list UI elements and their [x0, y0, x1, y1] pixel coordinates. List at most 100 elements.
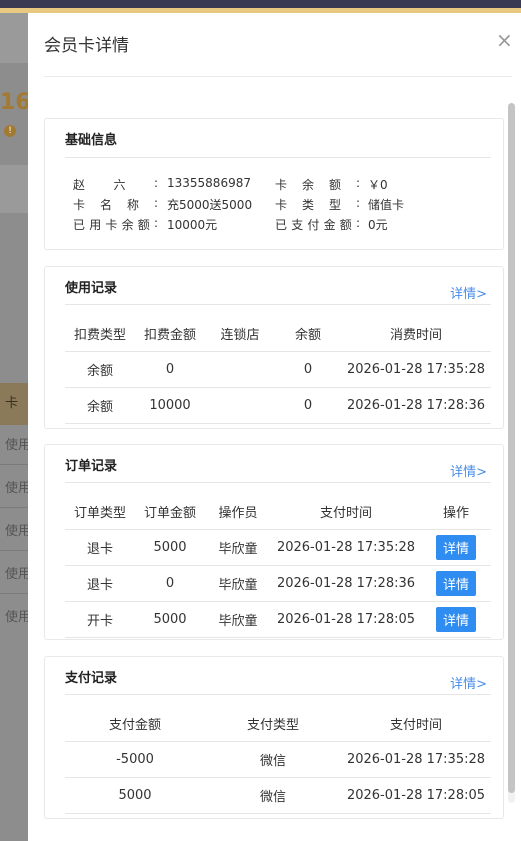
column-header: 订单类型	[65, 493, 135, 530]
member-card-detail-modal: 会员卡详情 × 基础信息 赵六: 13355886987 卡余额: ￥0 卡名称…	[28, 13, 521, 841]
column-header: 操作	[421, 493, 491, 530]
column-header: 消费时间	[341, 315, 491, 352]
table-cell: 余额	[65, 351, 135, 388]
table-cell: 2026-01-28 17:28:05	[271, 601, 421, 638]
usage-table: 扣费类型 扣费金额 连锁店 余额 消费时间 余额 0 0 2026-01-28 …	[65, 315, 491, 424]
order-detail-button[interactable]: 详情	[435, 571, 476, 596]
info-value-balance: ￥0	[368, 178, 388, 192]
table-cell: 2026-01-28 17:28:36	[271, 565, 421, 602]
info-label-balance: 卡余额:	[275, 176, 360, 192]
table-cell: 微信	[205, 741, 341, 778]
background-strip	[0, 13, 28, 63]
table-cell: 5000	[135, 601, 205, 638]
info-label-name: 赵六:	[73, 176, 158, 192]
column-header: 扣费类型	[65, 315, 135, 352]
background-number: 16	[0, 90, 31, 115]
table-cell: 退卡	[65, 529, 135, 566]
divider	[65, 482, 491, 483]
background-page	[0, 13, 28, 841]
card-title: 订单记录	[65, 459, 118, 474]
table-cell: 10000	[135, 387, 205, 424]
divider	[0, 464, 28, 465]
info-label-card-name: 卡名称:	[73, 196, 158, 212]
info-value-paid-amount: 0元	[368, 218, 388, 232]
basic-info-card: 基础信息 赵六: 13355886987 卡余额: ￥0 卡名称: 充5000送…	[44, 118, 504, 250]
divider	[0, 550, 28, 551]
table-row: -5000 微信 2026-01-28 17:35:28	[65, 741, 491, 778]
top-bar	[0, 0, 521, 8]
info-value-card-type: 储值卡	[368, 198, 405, 212]
order-detail-button[interactable]: 详情	[435, 607, 476, 632]
table-cell: 2026-01-28 17:35:28	[341, 351, 491, 388]
table-cell: 余额	[65, 387, 135, 424]
table-cell: 毕欣童	[205, 529, 271, 566]
order-records-card: 订单记录 详情> 订单类型 订单金额 操作员 支付时间 操作 退卡 5000 毕…	[44, 444, 504, 640]
divider	[65, 157, 491, 158]
table-cell: -5000	[65, 741, 205, 778]
info-label-used-balance: 已用卡余额:	[73, 216, 158, 232]
info-value-card-name: 充5000送5000	[167, 198, 253, 212]
payments-detail-link[interactable]: 详情>	[450, 673, 487, 692]
table-cell: 2026-01-28 17:28:36	[341, 387, 491, 424]
divider	[0, 593, 28, 594]
column-header: 支付时间	[271, 493, 421, 530]
orders-table: 订单类型 订单金额 操作员 支付时间 操作 退卡 5000 毕欣童 2026-0…	[65, 493, 491, 638]
card-title: 支付记录	[65, 671, 118, 686]
orders-detail-link[interactable]: 详情>	[450, 461, 487, 480]
table-row: 5000 微信 2026-01-28 17:28:05	[65, 777, 491, 814]
table-row: 开卡 5000 毕欣童 2026-01-28 17:28:05 详情	[65, 601, 491, 638]
table-cell: 详情	[421, 601, 491, 638]
table-cell	[205, 351, 275, 388]
table-cell: 微信	[205, 777, 341, 814]
table-cell: 0	[275, 387, 341, 424]
warning-icon: !	[4, 125, 16, 137]
background-strip	[0, 165, 28, 213]
modal-title: 会员卡详情	[44, 36, 129, 56]
payment-records-card: 支付记录 详情> 支付金额 支付类型 支付时间 -5000 微信 2026-01…	[44, 656, 504, 819]
info-label-card-type: 卡类型:	[275, 196, 360, 212]
payments-table: 支付金额 支付类型 支付时间 -5000 微信 2026-01-28 17:35…	[65, 705, 491, 814]
table-cell: 毕欣童	[205, 565, 271, 602]
table-cell: 2026-01-28 17:35:28	[341, 741, 491, 778]
table-cell: 毕欣童	[205, 601, 271, 638]
table-row: 余额 0 0 2026-01-28 17:35:28	[65, 351, 491, 388]
table-cell: 0	[275, 351, 341, 388]
close-icon[interactable]: ×	[496, 28, 513, 52]
info-label-paid-amount: 已支付金额:	[275, 216, 360, 232]
table-cell	[205, 387, 275, 424]
column-header: 操作员	[205, 493, 271, 530]
table-header-row: 扣费类型 扣费金额 连锁店 余额 消费时间	[65, 315, 491, 352]
column-header: 支付金额	[65, 705, 205, 742]
table-cell: 2026-01-28 17:28:05	[341, 777, 491, 814]
column-header: 连锁店	[205, 315, 275, 352]
background-column-header: 卡状	[0, 383, 28, 425]
table-cell: 详情	[421, 529, 491, 566]
table-cell: 2026-01-28 17:35:28	[271, 529, 421, 566]
table-cell: 开卡	[65, 601, 135, 638]
divider	[65, 694, 491, 695]
scrollbar-thumb[interactable]	[508, 103, 515, 793]
table-row: 退卡 5000 毕欣童 2026-01-28 17:35:28 详情	[65, 529, 491, 566]
info-value-phone: 13355886987	[167, 176, 251, 190]
table-row: 余额 10000 0 2026-01-28 17:28:36	[65, 387, 491, 424]
column-header: 扣费金额	[135, 315, 205, 352]
divider	[65, 304, 491, 305]
card-title: 使用记录	[65, 281, 118, 296]
divider	[0, 507, 28, 508]
column-header: 支付时间	[341, 705, 491, 742]
table-header-row: 支付金额 支付类型 支付时间	[65, 705, 491, 742]
table-cell: 详情	[421, 565, 491, 602]
table-cell: 0	[135, 565, 205, 602]
table-cell: 退卡	[65, 565, 135, 602]
table-header-row: 订单类型 订单金额 操作员 支付时间 操作	[65, 493, 491, 530]
title-divider	[44, 76, 512, 77]
column-header: 订单金额	[135, 493, 205, 530]
order-detail-button[interactable]: 详情	[435, 535, 476, 560]
column-header: 余额	[275, 315, 341, 352]
table-row: 退卡 0 毕欣童 2026-01-28 17:28:36 详情	[65, 565, 491, 602]
usage-detail-link[interactable]: 详情>	[450, 283, 487, 302]
column-header: 支付类型	[205, 705, 341, 742]
card-title: 基础信息	[65, 133, 118, 148]
usage-records-card: 使用记录 详情> 扣费类型 扣费金额 连锁店 余额 消费时间 余额 0 0 20…	[44, 266, 504, 429]
table-cell: 5000	[65, 777, 205, 814]
